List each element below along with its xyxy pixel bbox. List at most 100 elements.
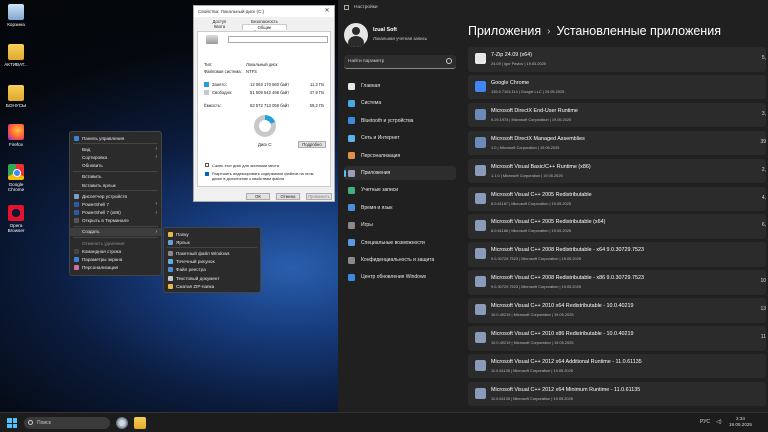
nav-item[interactable]: Главная: [344, 79, 456, 93]
index-checkbox[interactable]: [205, 172, 209, 176]
context-menu-item[interactable]: Вид ›: [70, 145, 161, 153]
context-menu-item[interactable]: Обновить: [70, 162, 161, 170]
create-submenu-item[interactable]: Точечный рисунок: [164, 258, 260, 266]
desktop-icon-recycle-bin[interactable]: Корзина: [2, 4, 30, 27]
context-menu-item[interactable]: Вставить: [70, 173, 161, 181]
volume-icon[interactable]: ◁): [716, 419, 722, 425]
free-label: Свободно:: [212, 90, 233, 95]
context-menu-item[interactable]: Отменить удаление: [70, 239, 161, 247]
chevron-right-icon: ›: [155, 154, 157, 161]
nav-item[interactable]: Учетные записи: [344, 183, 456, 197]
nav-item-icon: [348, 82, 355, 90]
context-menu-item[interactable]: Открыть в Терминале: [70, 217, 161, 225]
volume-label-input[interactable]: [228, 36, 328, 43]
breadcrumb-parent[interactable]: Приложения: [468, 24, 541, 38]
desktop-icon-bonus-folder[interactable]: БОНУСЫ: [2, 85, 30, 108]
file-explorer-icon[interactable]: [134, 417, 146, 429]
taskbar-search[interactable]: Поиск: [24, 417, 110, 429]
compress-option[interactable]: Сжать этот диск для экономии места: [205, 163, 324, 168]
create-submenu-item[interactable]: Пакетный файл Windows: [164, 249, 260, 257]
nav-item[interactable]: Игры: [344, 218, 456, 232]
app-list-item[interactable]: Microsoft Visual C++ 2012 x64 Additional…: [468, 353, 766, 379]
app-list-item[interactable]: Microsoft Visual C++ 2005 Redistributabl…: [468, 186, 766, 211]
create-submenu-item[interactable]: Папку: [164, 230, 260, 238]
context-menu-item[interactable]: Персонализация: [70, 264, 161, 272]
start-button[interactable]: [7, 418, 17, 428]
app-list-item[interactable]: Microsoft Visual C++ 2008 Redistributabl…: [468, 242, 766, 267]
context-menu-item[interactable]: PowerShell 7 (x86) ›: [70, 209, 161, 217]
close-icon[interactable]: ✕: [320, 6, 334, 17]
used-bytes: 12 063 170 560 байт: [249, 82, 290, 87]
nav-item-label: Конфиденциальность и защита: [361, 257, 435, 263]
app-name: Microsoft DirectX End-User Runtime: [491, 107, 578, 114]
taskbar-search-placeholder: Поиск: [37, 420, 51, 426]
create-submenu-item[interactable]: Файл реестра: [164, 266, 260, 274]
settings-gear-icon[interactable]: [116, 417, 128, 429]
menu-separator: [73, 237, 158, 239]
menu-separator: [73, 225, 158, 227]
drive-icon: [206, 35, 218, 44]
details-button[interactable]: Подробно: [298, 141, 326, 148]
nav-item[interactable]: Сеть и Интернет: [344, 131, 456, 145]
context-menu-item[interactable]: Создать ›: [70, 227, 161, 237]
desktop-icon-activation-folder[interactable]: АКТИВАТ...: [2, 44, 30, 67]
app-list-item[interactable]: Microsoft Visual C++ 2010 x64 Redistribu…: [468, 298, 766, 323]
app-list-item[interactable]: Microsoft Visual C++ 2008 Redistributabl…: [468, 270, 766, 295]
type-label: Тип:: [204, 62, 213, 67]
nav-item[interactable]: Конфиденциальность и защита: [344, 253, 456, 267]
disk-usage-donut: [254, 115, 276, 137]
menu-item-icon: [74, 193, 79, 199]
create-submenu-item[interactable]: Текстовый документ: [164, 274, 260, 282]
create-submenu-item[interactable]: Ярлык: [164, 238, 260, 246]
settings-search-placeholder: Найти параметр: [348, 59, 385, 64]
app-list-item[interactable]: Microsoft Visual C++ 2012 x64 Minimum Ru…: [468, 381, 766, 407]
context-menu-item[interactable]: Сортировка ›: [70, 153, 161, 161]
system-clock[interactable]: 2:34 19.05.2025: [729, 416, 752, 428]
desktop-icon-opera[interactable]: Opera Browser: [2, 205, 30, 233]
disk-properties-dialog: Свойства: Локальный диск (C:) ✕ Доступ Б…: [193, 5, 335, 202]
context-menu-item[interactable]: Вставить ярлык: [70, 181, 161, 189]
app-meta: 10.0.40219 | Microsoft Corporation | 19.…: [491, 340, 574, 345]
nav-item[interactable]: Персонализация: [344, 149, 456, 163]
index-option[interactable]: Разрешить индексировать содержимое файло…: [205, 171, 324, 181]
create-submenu-item[interactable]: Сжатая ZIP-папка: [164, 282, 260, 290]
desktop-icon-chrome[interactable]: Google Chrome: [2, 164, 30, 192]
settings-search-input[interactable]: Найти параметр: [344, 55, 456, 69]
language-indicator[interactable]: РУС: [700, 419, 710, 425]
apply-button[interactable]: Применить: [306, 193, 332, 200]
app-list-item[interactable]: Microsoft Visual Basic/C++ Runtime (x86)…: [468, 158, 766, 184]
nav-item[interactable]: Специальные возможности: [344, 236, 456, 250]
nav-item[interactable]: Система: [344, 96, 456, 110]
context-menu-item[interactable]: Командная строка: [70, 247, 161, 255]
app-list-item[interactable]: Microsoft Visual C++ 2010 x86 Redistribu…: [468, 326, 766, 351]
context-menu-item[interactable]: PowerShell 7 ›: [70, 200, 161, 208]
nav-item-icon: [348, 169, 355, 177]
nav-item[interactable]: Bluetooth и устройства: [344, 114, 456, 128]
context-menu-item[interactable]: Панель управления: [70, 134, 161, 142]
menu-item-label: Диспетчер устройств: [82, 193, 127, 199]
app-list-item[interactable]: Microsoft DirectX End-User Runtime 9.29.1…: [468, 102, 766, 128]
context-menu-item[interactable]: Диспетчер устройств: [70, 192, 161, 200]
app-list-item[interactable]: Microsoft DirectX Managed Assemblies 1.0 …: [468, 130, 766, 156]
app-icon: [475, 248, 486, 260]
context-menu-item[interactable]: Параметры экрана: [70, 255, 161, 263]
app-list-item[interactable]: Google Chrome 136.0.7103.114 | Google LLC…: [468, 74, 766, 100]
compress-checkbox[interactable]: [205, 163, 209, 167]
menu-item-label: PowerShell 7: [82, 201, 110, 207]
cancel-button[interactable]: Отмена: [276, 193, 300, 200]
app-list-item[interactable]: 7-Zip 24.09 (x64) 24.09 | Igor Pavlov | 1…: [468, 47, 766, 72]
nav-item[interactable]: Время и язык: [344, 201, 456, 215]
fs-value: NTFS: [246, 69, 257, 74]
app-icon: [475, 220, 486, 232]
nav-item[interactable]: Центр обновления Windows: [344, 270, 456, 284]
nav-item[interactable]: Приложения: [344, 166, 456, 180]
menu-item-icon: [74, 183, 79, 188]
capacity-gb: 59,2 ГБ: [309, 103, 324, 108]
app-list-item[interactable]: Microsoft Visual C++ 2005 Redistributabl…: [468, 214, 766, 239]
app-name: Microsoft Visual C++ 2012 x64 Minimum Ru…: [491, 386, 641, 393]
user-avatar[interactable]: [344, 23, 368, 47]
ok-button[interactable]: ОК: [246, 193, 270, 200]
desktop-icon-firefox[interactable]: Firefox: [2, 124, 30, 147]
menu-item-icon: [74, 241, 79, 246]
app-icon: [475, 136, 486, 148]
